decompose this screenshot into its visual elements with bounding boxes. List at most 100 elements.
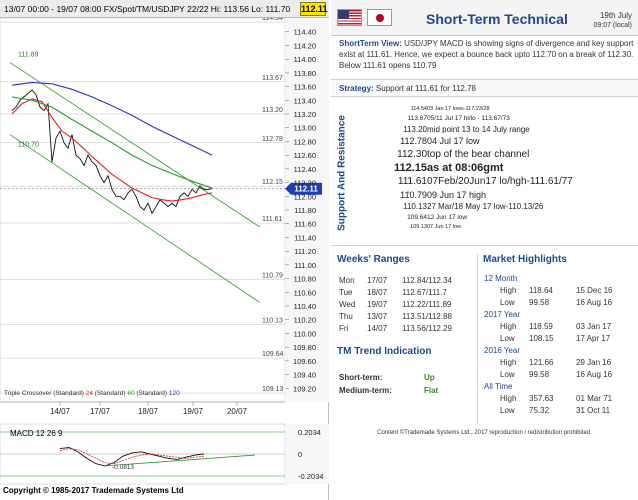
price-tick-label: 113.20 (294, 110, 316, 119)
strategy-bar: Strategy: Support at 111.61 for 112.78 (331, 79, 638, 97)
price-tick-label: 113.60 (294, 83, 316, 92)
report-date: 19th July (599, 11, 632, 20)
sr-level: 109.13 (410, 223, 427, 230)
sr-row: 112.78 04 Jul 17 low (355, 136, 635, 148)
price-tick-label: 109.20 (293, 384, 316, 393)
macd-tick-label: 0.2034 (298, 428, 321, 437)
price-tick-label: 111.80 (294, 206, 316, 215)
title-bar: Short-Term Technical 19th July 09:07 (lo… (331, 0, 638, 36)
sr-row: 110.79 * 09 Jun 17 high (355, 190, 635, 202)
level-label: 112.15 (262, 179, 283, 186)
sr-row: 113.67 05/11 Jul 17 hi/lo - 113.67/73 (355, 115, 635, 125)
highlight-section-title: 2017 Year (484, 310, 521, 319)
sr-star: * (407, 148, 411, 158)
level-label: 110.79 (262, 272, 283, 279)
price-tick-label: 110.80 (294, 275, 316, 284)
macd-label: MACD 12 26 9 (10, 429, 63, 438)
trend-row: Medium-term: Flat (339, 386, 439, 395)
sr-note: 09 Jun 17 high (427, 189, 487, 200)
market-highlights: Market Highlights 12 Month High 118.64 15 D… (477, 254, 635, 424)
trend-indication: TM Trend Indication Short-term: Up Medium-… (337, 346, 469, 406)
sr-row: 111.61 * 07Feb/20Jun17 lo/hgh-111.61/77 (355, 176, 635, 189)
sr-row: 114.54 03 Jan 17 lows-117.23/28 (355, 106, 635, 115)
x-tick-label: 18/07 (138, 407, 159, 416)
highlight-section-title: All Time (484, 382, 513, 391)
us-flag-icon (337, 9, 362, 26)
price-tick-label: 114.00 (294, 55, 316, 64)
level-label: 110.13 (262, 318, 283, 325)
price-tick-label: 113.00 (294, 124, 316, 133)
sr-note: 04 Jul 17 low (427, 136, 480, 147)
price-tick-label: 112.80 (294, 137, 316, 146)
weeks-ranges-title: Weeks' Ranges (337, 254, 410, 265)
price-tick-label: 112.40 (294, 165, 316, 174)
level-label: 111.61 (262, 216, 282, 223)
chart-header-text: 13/07 00:00 - 19/07 08:00 FX/Spot/TM/USD… (4, 4, 291, 14)
price-tick-label: 109.40 (293, 371, 316, 380)
chart-header: 13/07 00:00 - 19/07 08:00 FX/Spot/TM/USD… (0, 0, 329, 18)
legend-value: 120 (169, 390, 180, 397)
sr-star: * (407, 189, 411, 199)
sr-star: * (407, 176, 411, 186)
report-time: 09:07 (local) (593, 22, 632, 29)
level-label: 109.64 (262, 351, 284, 358)
price-tick-label: 111.00 (294, 261, 316, 270)
macd-marker-label: -0.0813 (112, 464, 134, 471)
sr-row: 113.20 mid point 13 to 14 July range (355, 125, 635, 136)
sr-note: 07Feb/20Jun17 lo/hgh-111.61/77 (427, 176, 573, 188)
sr-level: 112.30 (397, 148, 427, 160)
plot-area (0, 18, 286, 403)
price-tick-label: 111.40 (294, 233, 316, 242)
price-tick-label: 113.40 (294, 96, 316, 105)
channel-label-upper: 111.89 (18, 52, 38, 59)
sr-level: 112.78 (400, 136, 427, 147)
price-tick-label: 111.20 (294, 247, 316, 256)
highlight-section-title: 2016 Year (484, 346, 521, 355)
copyright-text: Copyright © 1985-2017 Trademade Systems … (3, 486, 184, 495)
level-label: 113.20 (262, 107, 283, 114)
sr-note: as at 08:06gmt (427, 162, 504, 174)
view-label: ShortTerm View: (339, 39, 402, 48)
sr-title: Support And Resistance (336, 115, 348, 231)
trend-row: Short-term: Up (339, 373, 435, 382)
sr-note: 12 Jun 17 low (427, 213, 468, 221)
strategy-label: Strategy: (339, 84, 374, 93)
support-resistance-table: Support And Resistance 114.54 03 Jan 17 l… (331, 101, 638, 246)
sr-level: 113.67 (407, 114, 427, 122)
price-tick-label: 112.20 (294, 179, 316, 188)
sr-level: 114.54 (410, 106, 427, 112)
sr-level: 110.79 (400, 189, 427, 200)
macd-tick-label: 0 (298, 450, 302, 459)
price-tick-label: 110.40 (294, 302, 316, 311)
price-tick-label: 112.60 (294, 151, 316, 160)
price-tick-label: 112.00 (294, 192, 316, 201)
x-tick-label: 14/07 (50, 407, 71, 416)
x-tick-label: 20/07 (227, 407, 248, 416)
sr-note: 05/11 Jul 17 hi/lo - 113.67/73 (427, 114, 510, 122)
sr-row: 112.15 as at 08:06gmt (355, 162, 635, 176)
chart-legend: Triple Crossover (Standard) 24 (Standard… (4, 390, 180, 397)
price-tick-label: 113.80 (294, 69, 316, 78)
level-label: 109.13 (262, 386, 284, 393)
last-price-badge: 112.11 (300, 2, 328, 16)
x-tick-label: 19/07 (183, 407, 204, 416)
sr-row: 112.30 * top of the bear channel (355, 149, 635, 162)
sr-row: 109.13 07 Jun 17 low (355, 224, 635, 233)
weeks-ranges: Weeks' Ranges Mon 17/07 112.84/112.34 Tue 18… (337, 254, 469, 344)
sr-row: 110.13 27 Mar/18 May 17 low-110.13/26 (355, 202, 635, 213)
sr-note: mid point 13 to 14 July range (427, 124, 530, 134)
macd-tick-label: -0.2034 (298, 472, 323, 481)
price-tick-label: 114.20 (294, 41, 316, 50)
sr-note: 03 Jan 17 lows-117.23/28 (427, 106, 490, 112)
highlight-section-title: 12 Month (484, 274, 518, 283)
sr-note: top of the bear channel (427, 148, 530, 160)
analysis-panel: Short-Term Technical 19th July 09:07 (lo… (331, 0, 638, 500)
market-highlights-title: Market Highlights (483, 254, 567, 265)
sr-level: 110.13 (403, 202, 427, 212)
price-tick-label: 114.40 (294, 28, 316, 37)
price-tick-label: 110.20 (294, 316, 316, 325)
price-chart[interactable]: 111.89110.70 112.11 114.40114.20114.0011… (0, 18, 329, 486)
price-tick-label: 111.60 (294, 220, 316, 229)
level-label: 114.54 (262, 18, 283, 22)
sr-note: 07 Jun 17 low (427, 223, 461, 230)
